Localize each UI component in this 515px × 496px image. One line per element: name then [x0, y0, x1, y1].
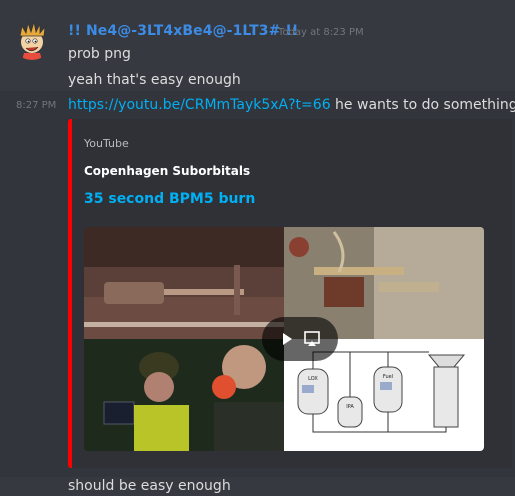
embed-author[interactable]: Copenhagen Suborbitals	[84, 164, 250, 178]
username[interactable]: !! Ne4@-3LT4xBe4@-1LT3# !!	[68, 23, 298, 39]
side-timestamp: 8:27 PM	[16, 100, 57, 111]
youtube-link[interactable]: https://youtu.be/CRMmTayk5xA?t=66	[68, 97, 331, 113]
diagram-label-ipa: IPA	[346, 404, 354, 410]
video-thumbnail[interactable]: LOX Fuel IPA	[84, 227, 484, 451]
message-text: yeah that's easy enough	[68, 72, 241, 88]
calvin-avatar-icon	[19, 21, 46, 60]
play-icon	[283, 331, 320, 346]
link-message: https://youtu.be/CRMmTayk5xA?t=66 he wan…	[68, 97, 515, 113]
avatar[interactable]	[12, 20, 52, 60]
youtube-embed: YouTube Copenhagen Suborbitals 35 second…	[68, 119, 512, 468]
play-button[interactable]	[262, 317, 338, 361]
embed-provider[interactable]: YouTube	[84, 137, 129, 150]
embed-accent-bar	[68, 119, 72, 468]
message-text: should be easy enough	[68, 478, 231, 494]
link-message-text: he wants to do something	[330, 97, 515, 113]
message-text: prob png	[68, 46, 131, 62]
header-timestamp: Today at 8:23 PM	[278, 27, 364, 38]
embed-title[interactable]: 35 second BPM5 burn	[84, 191, 255, 207]
diagram-label-fuel: Fuel	[383, 374, 393, 380]
diagram-label-lox: LOX	[308, 376, 318, 382]
